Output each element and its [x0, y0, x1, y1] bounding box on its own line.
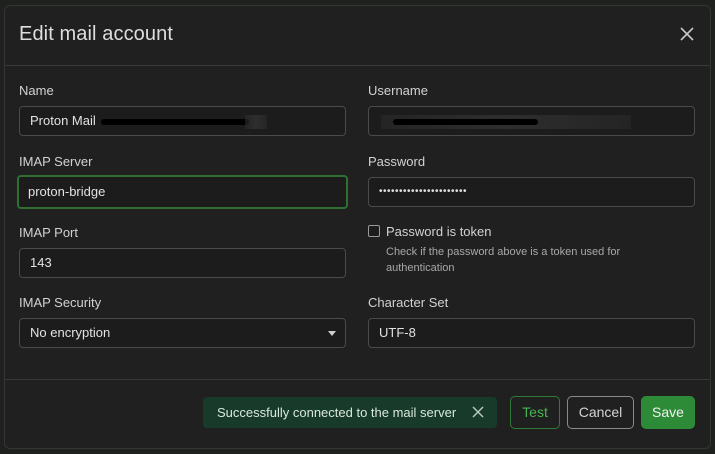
imap-server-value: proton-bridge [28, 184, 106, 199]
test-button[interactable]: Test [510, 396, 560, 429]
character-set-value: UTF-8 [379, 325, 416, 340]
dialog-title: Edit mail account [19, 23, 173, 45]
password-value: •••••••••••••••••••••• [379, 186, 468, 197]
imap-security-label: IMAP Security [19, 295, 102, 310]
imap-server-label: IMAP Server [19, 154, 93, 169]
password-input[interactable]: •••••••••••••••••••••• [368, 177, 695, 207]
imap-security-select[interactable]: No encryption [19, 318, 346, 348]
toast-message: Successfully connected to the mail serve… [217, 405, 457, 420]
cancel-button[interactable]: Cancel [567, 396, 634, 429]
imap-port-value: 143 [30, 255, 52, 270]
password-is-token-label[interactable]: Password is token [386, 224, 492, 239]
redacted-name-part [101, 119, 249, 125]
edit-mail-account-dialog: Edit mail account Name Proton Mail Usern… [4, 5, 711, 449]
password-label: Password [368, 154, 426, 169]
name-value: Proton Mail [30, 113, 96, 128]
chevron-down-icon [328, 331, 336, 336]
save-button[interactable]: Save [641, 396, 695, 429]
redacted-name-blur [245, 115, 267, 129]
password-is-token-checkbox[interactable] [368, 225, 380, 237]
dialog-header: Edit mail account [5, 6, 710, 66]
imap-server-input[interactable]: proton-bridge [17, 175, 348, 209]
close-icon[interactable] [678, 25, 696, 43]
success-toast: Successfully connected to the mail serve… [203, 397, 497, 428]
username-label: Username [368, 83, 428, 98]
character-set-label: Character Set [368, 295, 449, 310]
redacted-username [393, 119, 538, 125]
imap-port-input[interactable]: 143 [19, 248, 346, 278]
name-label: Name [19, 83, 54, 98]
imap-port-label: IMAP Port [19, 225, 79, 240]
close-icon[interactable] [471, 405, 485, 419]
imap-security-value: No encryption [30, 325, 111, 340]
character-set-input[interactable]: UTF-8 [368, 318, 695, 348]
password-is-token-help: Check if the password above is a token u… [386, 246, 621, 274]
